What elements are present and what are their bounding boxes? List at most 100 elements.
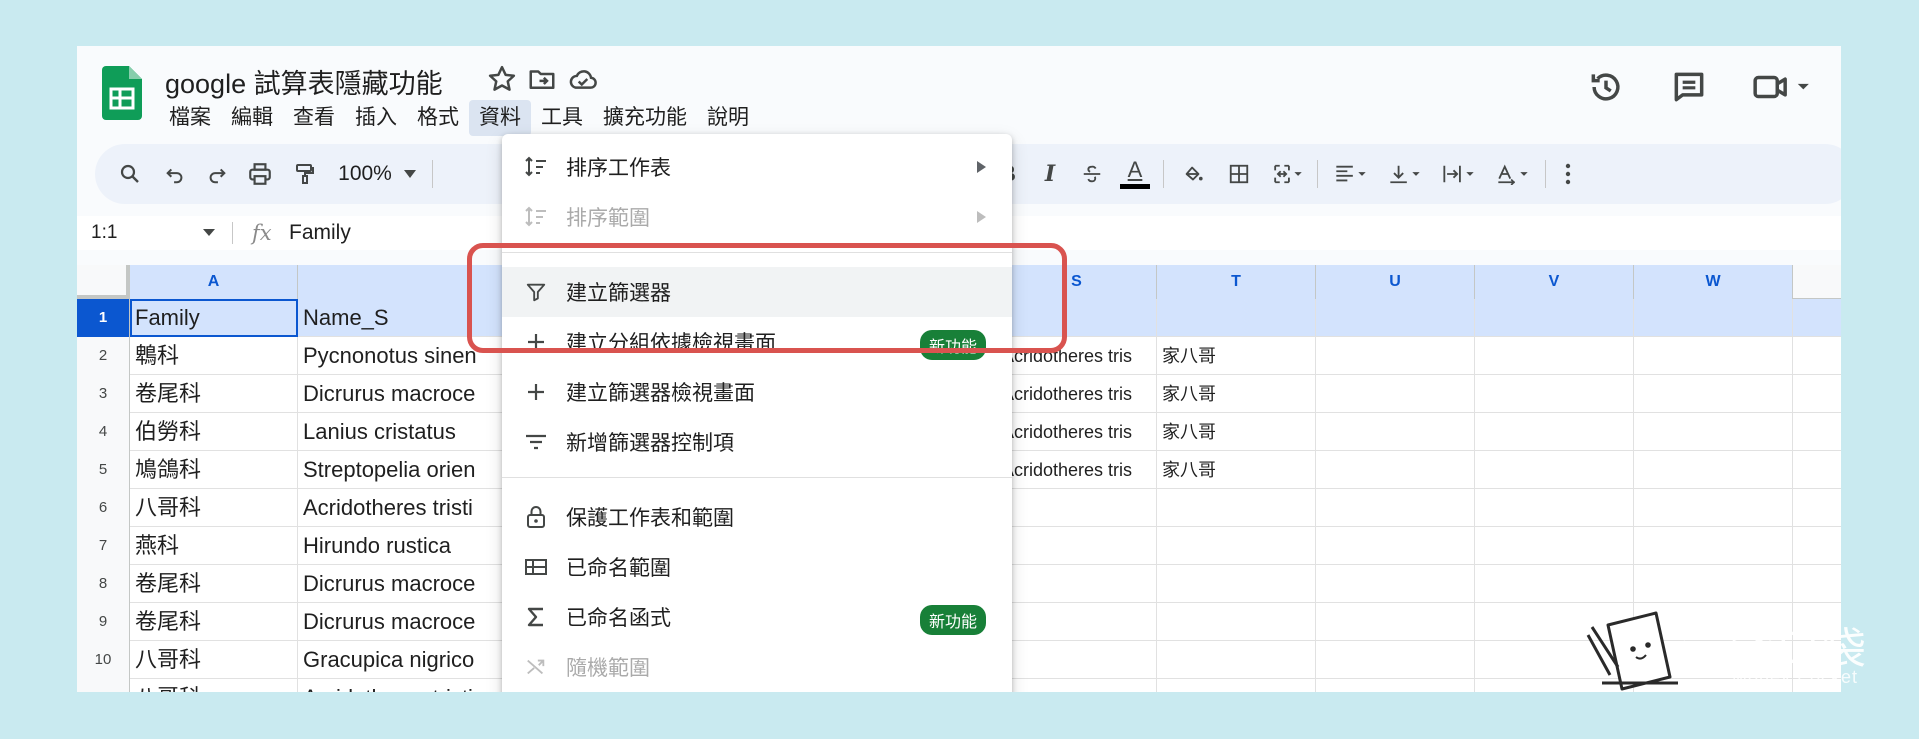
- cell-u[interactable]: [1316, 679, 1475, 692]
- cell-s[interactable]: [997, 679, 1157, 692]
- italic-icon[interactable]: I: [1033, 144, 1067, 204]
- menu-edit[interactable]: 編輯: [221, 100, 283, 136]
- cell-u[interactable]: [1316, 413, 1475, 451]
- cell-t[interactable]: 家八哥: [1157, 375, 1316, 413]
- menu-item-sort-sheet[interactable]: 排序工作表: [502, 142, 1012, 192]
- menu-item-sort-range[interactable]: 排序範圍: [502, 192, 1012, 242]
- cell-w[interactable]: [1634, 527, 1793, 565]
- menu-item-randomize-range[interactable]: 隨機範圍: [502, 642, 1012, 692]
- cell-s[interactable]: [997, 641, 1157, 679]
- cell-w[interactable]: [1634, 489, 1793, 527]
- cell-v[interactable]: [1475, 337, 1634, 375]
- zoom-dropdown-icon[interactable]: [398, 144, 422, 204]
- text-wrap-icon[interactable]: [1433, 144, 1485, 204]
- cell-w[interactable]: [1634, 375, 1793, 413]
- cell-s[interactable]: Acridotheres tris: [997, 451, 1157, 489]
- more-options-icon[interactable]: [1553, 144, 1583, 204]
- row-number[interactable]: 5: [77, 451, 130, 489]
- cloud-status-icon[interactable]: [567, 64, 597, 94]
- cell-u[interactable]: [1316, 603, 1475, 641]
- cell-t[interactable]: [1157, 565, 1316, 603]
- cell-v[interactable]: [1475, 527, 1634, 565]
- menu-item-create-filter-view[interactable]: 建立篩選器檢視畫面: [502, 367, 1012, 417]
- row-number[interactable]: 1: [77, 299, 130, 337]
- cell-t[interactable]: [1157, 603, 1316, 641]
- move-folder-icon[interactable]: [527, 64, 557, 94]
- cell-v[interactable]: [1475, 413, 1634, 451]
- star-icon[interactable]: [487, 64, 517, 94]
- menu-format[interactable]: 格式: [407, 100, 469, 136]
- vertical-align-icon[interactable]: [1379, 144, 1431, 204]
- cell-t[interactable]: [1157, 527, 1316, 565]
- cell-a[interactable]: 卷尾科: [130, 565, 298, 603]
- strikethrough-icon[interactable]: [1075, 144, 1109, 204]
- row-number[interactable]: 2: [77, 337, 130, 375]
- cell-a[interactable]: 鳩鴿科: [130, 451, 298, 489]
- cell-u[interactable]: [1316, 527, 1475, 565]
- text-color-icon[interactable]: A: [1115, 144, 1155, 204]
- undo-icon[interactable]: [157, 144, 193, 204]
- row-number[interactable]: 9: [77, 603, 130, 641]
- fill-color-icon[interactable]: [1173, 144, 1213, 204]
- cell-u[interactable]: [1316, 641, 1475, 679]
- column-header-u[interactable]: U: [1316, 265, 1475, 299]
- row-number[interactable]: 11: [77, 679, 130, 692]
- name-box[interactable]: 1:1: [91, 216, 117, 250]
- row-number[interactable]: 3: [77, 375, 130, 413]
- search-icon[interactable]: [110, 144, 150, 204]
- row-number[interactable]: 6: [77, 489, 130, 527]
- menu-item-protect-sheets[interactable]: 保護工作表和範圍: [502, 492, 1012, 542]
- cell-t[interactable]: [1157, 679, 1316, 692]
- menu-insert[interactable]: 插入: [345, 100, 407, 136]
- cell-t[interactable]: [1157, 489, 1316, 527]
- cell-u[interactable]: [1316, 375, 1475, 413]
- cell-a[interactable]: 八哥科: [130, 489, 298, 527]
- print-icon[interactable]: [240, 144, 280, 204]
- cell-w[interactable]: [1634, 413, 1793, 451]
- column-header-t[interactable]: T: [1157, 265, 1316, 299]
- cell-u[interactable]: [1316, 451, 1475, 489]
- document-title[interactable]: google 試算表隱藏功能: [165, 62, 443, 101]
- cell-v[interactable]: [1475, 565, 1634, 603]
- cell-u[interactable]: [1316, 299, 1475, 337]
- menu-file[interactable]: 檔案: [159, 100, 221, 136]
- comments-icon[interactable]: [1670, 68, 1708, 106]
- menu-view[interactable]: 查看: [283, 100, 345, 136]
- menu-tools[interactable]: 工具: [531, 100, 593, 136]
- meet-icon[interactable]: [1752, 68, 1812, 106]
- cell-v[interactable]: [1475, 299, 1634, 337]
- formula-input[interactable]: Family: [289, 216, 351, 250]
- cell-a[interactable]: 卷尾科: [130, 603, 298, 641]
- cell-u[interactable]: [1316, 565, 1475, 603]
- cell-a[interactable]: 鵯科: [130, 337, 298, 375]
- cell-u[interactable]: [1316, 337, 1475, 375]
- select-all-corner[interactable]: [77, 265, 130, 299]
- cell-a[interactable]: 伯勞科: [130, 413, 298, 451]
- name-box-dropdown-icon[interactable]: [203, 229, 215, 236]
- redo-icon[interactable]: [199, 144, 235, 204]
- cell-a[interactable]: 八哥科: [130, 641, 298, 679]
- row-number[interactable]: 8: [77, 565, 130, 603]
- sheets-logo-icon[interactable]: [102, 66, 142, 120]
- merge-cells-icon[interactable]: [1265, 144, 1311, 204]
- column-header-w[interactable]: W: [1634, 265, 1793, 299]
- cell-w[interactable]: [1634, 299, 1793, 337]
- column-header-v[interactable]: V: [1475, 265, 1634, 299]
- row-number[interactable]: 7: [77, 527, 130, 565]
- cell-v[interactable]: [1475, 451, 1634, 489]
- cell-w[interactable]: [1634, 565, 1793, 603]
- menu-extensions[interactable]: 擴充功能: [593, 100, 697, 136]
- cell-s[interactable]: Acridotheres tris: [997, 375, 1157, 413]
- history-icon[interactable]: [1587, 68, 1625, 106]
- cell-u[interactable]: [1316, 489, 1475, 527]
- cell-w[interactable]: [1634, 337, 1793, 375]
- menu-item-named-functions[interactable]: 已命名函式 新功能: [502, 592, 1012, 642]
- cell-s[interactable]: Acridotheres tris: [997, 413, 1157, 451]
- cell-t[interactable]: 家八哥: [1157, 337, 1316, 375]
- cell-s[interactable]: [997, 527, 1157, 565]
- column-header-a[interactable]: A: [130, 265, 298, 299]
- cell-s[interactable]: [997, 565, 1157, 603]
- menu-help[interactable]: 說明: [697, 100, 759, 136]
- borders-icon[interactable]: [1219, 144, 1259, 204]
- paint-format-icon[interactable]: [285, 144, 325, 204]
